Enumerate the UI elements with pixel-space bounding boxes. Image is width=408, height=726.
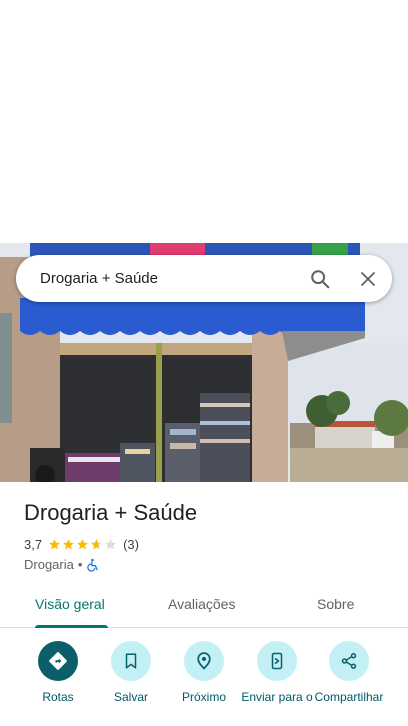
star-icon <box>49 539 60 550</box>
send-to-phone-circle[interactable] <box>257 641 297 681</box>
star-icon <box>91 539 102 550</box>
search-icon <box>311 269 330 288</box>
bookmark-icon <box>125 653 137 669</box>
nearby-icon <box>197 652 211 670</box>
tab-indicator <box>35 625 108 628</box>
search-button[interactable] <box>296 255 344 302</box>
rating-row[interactable]: 3,7 (3) <box>24 537 139 552</box>
review-count[interactable]: (3) <box>123 537 139 552</box>
rating-stars <box>48 538 118 551</box>
star-icon <box>105 539 116 550</box>
send-to-phone-label: Enviar para o <box>241 690 313 704</box>
place-tabs: Visão geral Avaliações Sobre <box>0 582 408 628</box>
place-page: Drogaria + Saúde Drogaria + Saúde 3,7 (3… <box>0 0 408 726</box>
place-title: Drogaria + Saúde <box>24 500 198 525</box>
share-circle[interactable] <box>329 641 369 681</box>
share-button[interactable]: Compartilhar <box>309 641 389 704</box>
close-icon <box>361 271 375 286</box>
send-to-phone-button[interactable]: Enviar para o <box>237 641 317 704</box>
wheelchair-accessible-icon <box>87 558 99 572</box>
tab-about[interactable]: Sobre <box>317 596 354 612</box>
directions-button[interactable]: Rotas <box>18 641 98 704</box>
nearby-label: Próximo <box>181 690 226 704</box>
place-category: Drogaria <box>24 557 74 572</box>
search-box[interactable]: Drogaria + Saúde <box>16 255 392 302</box>
share-icon <box>341 653 357 669</box>
directions-label: Rotas <box>42 690 74 704</box>
directions-circle[interactable] <box>38 641 78 681</box>
tab-reviews[interactable]: Avaliações <box>168 596 235 612</box>
search-input[interactable]: Drogaria + Saúde <box>40 270 296 287</box>
save-button[interactable]: Salvar <box>91 641 171 704</box>
share-label: Compartilhar <box>314 690 384 704</box>
star-icon <box>77 539 88 550</box>
rating-value: 3,7 <box>24 537 43 552</box>
directions-icon <box>49 652 67 670</box>
separator: • <box>77 557 83 572</box>
nearby-circle[interactable] <box>184 641 224 681</box>
clear-button[interactable] <box>344 255 392 302</box>
save-circle[interactable] <box>111 641 151 681</box>
star-icon <box>63 539 74 550</box>
category-row: Drogaria • <box>24 557 100 572</box>
nearby-button[interactable]: Próximo <box>164 641 244 704</box>
tab-overview[interactable]: Visão geral <box>35 596 105 612</box>
save-label: Salvar <box>113 690 148 704</box>
send-to-phone-icon <box>271 652 283 670</box>
